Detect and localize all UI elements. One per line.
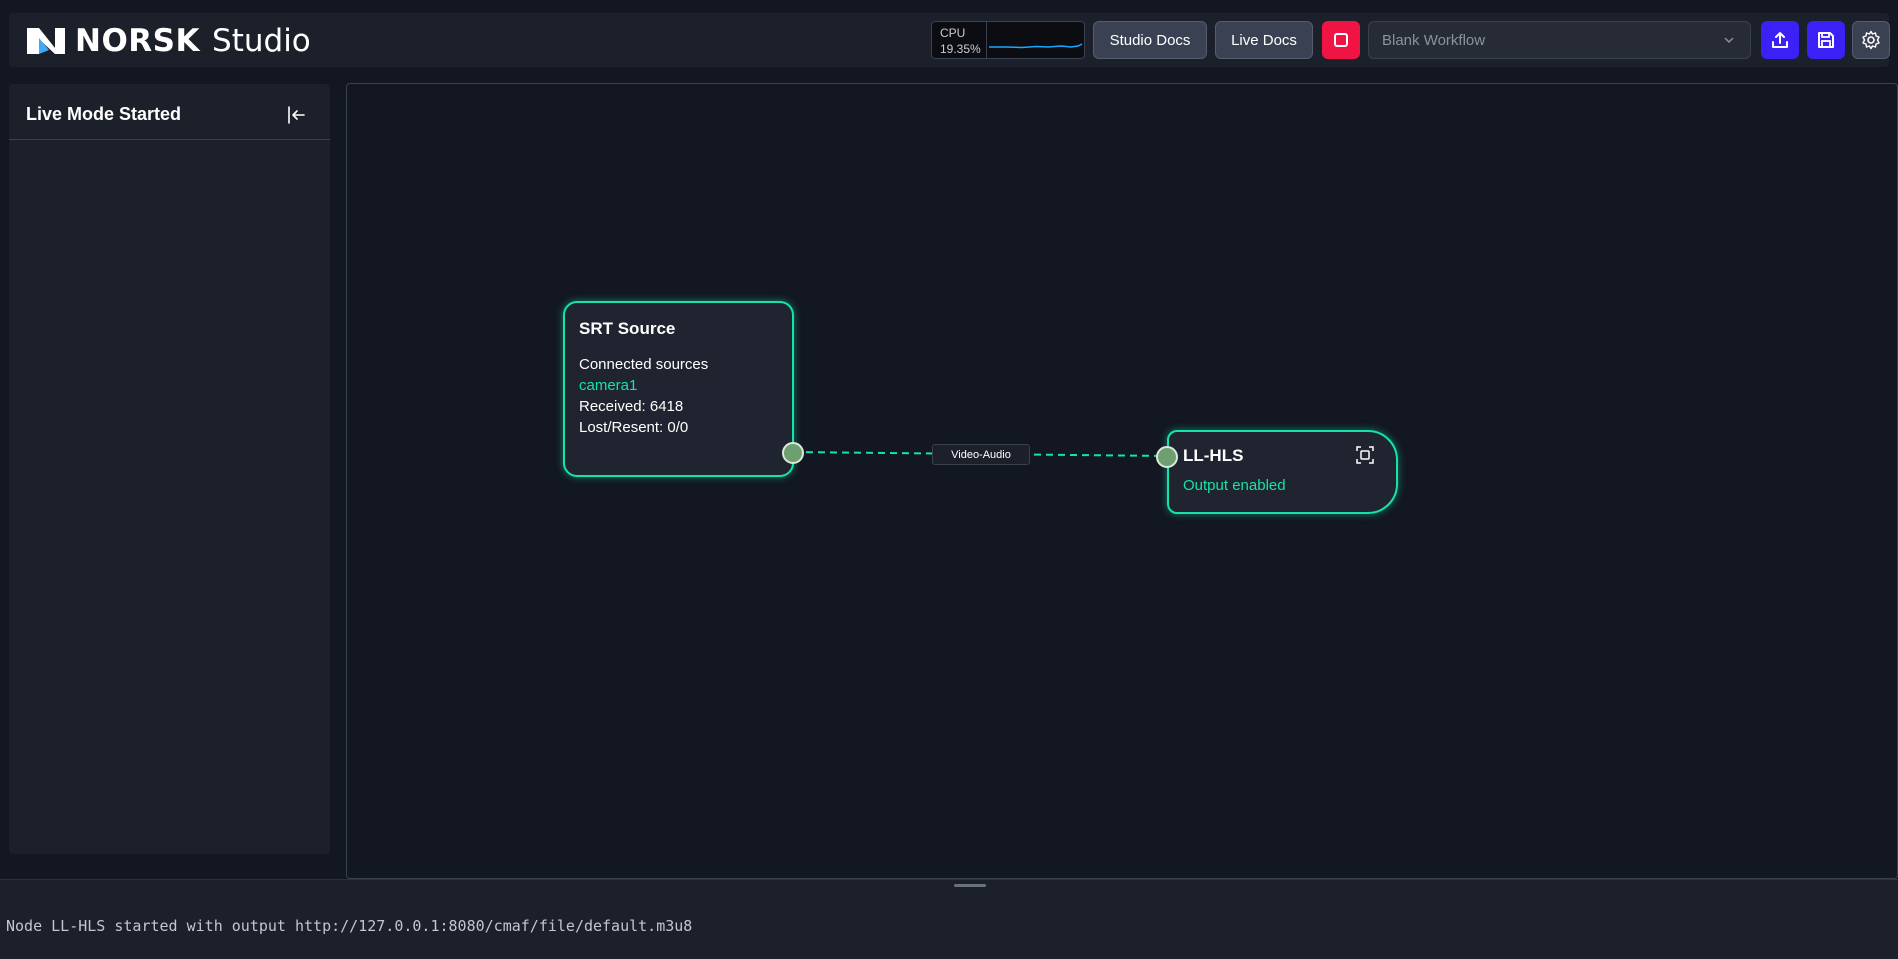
cpu-label: CPU xyxy=(940,26,966,40)
node-title: SRT Source xyxy=(579,319,676,338)
workflow-select[interactable]: Blank Workflow xyxy=(1368,21,1751,59)
stop-icon xyxy=(1334,33,1348,47)
save-button[interactable] xyxy=(1807,21,1845,59)
cpu-graph xyxy=(987,22,1084,58)
workflow-canvas[interactable] xyxy=(346,83,1898,879)
upload-button[interactable] xyxy=(1761,21,1799,59)
input-port[interactable] xyxy=(1156,446,1178,468)
output-status: Output enabled xyxy=(1183,477,1286,494)
chevron-down-icon xyxy=(1724,37,1734,44)
cpu-value: 19.35% xyxy=(940,42,981,56)
collapse-sidebar-icon[interactable] xyxy=(285,104,307,126)
studio-docs-button[interactable]: Studio Docs xyxy=(1093,21,1207,59)
node-info-line: Connected sources xyxy=(579,356,709,373)
connected-source-link[interactable]: camera1 xyxy=(579,377,637,394)
cpu-readout: CPU 19.35% xyxy=(932,22,987,58)
sidebar-panel: Live Mode Started xyxy=(9,84,330,854)
cpu-monitor: CPU 19.35% xyxy=(931,21,1085,59)
settings-button[interactable] xyxy=(1852,21,1890,59)
sidebar-header: Live Mode Started xyxy=(9,84,330,140)
lost-resent-count: Lost/Resent: 0/0 xyxy=(579,419,689,436)
node-srt-source[interactable]: SRT Source Connected sources camera1 Rec… xyxy=(563,301,794,477)
edge-label: Video-Audio xyxy=(932,444,1030,465)
stop-live-button[interactable] xyxy=(1322,21,1360,59)
output-port[interactable] xyxy=(782,442,804,464)
gear-icon xyxy=(1862,30,1880,50)
upload-icon xyxy=(1772,32,1788,48)
top-bar: NORSK Studio CPU 19.35% Studio Docs Live… xyxy=(9,13,1890,67)
received-count: Received: 6418 xyxy=(579,398,684,415)
save-icon xyxy=(1818,32,1834,48)
sidebar-title: Live Mode Started xyxy=(26,104,182,124)
preview-frame-icon[interactable] xyxy=(1356,446,1374,464)
node-title: LL-HLS xyxy=(1183,446,1244,465)
norsk-logo-mark-icon xyxy=(27,28,65,54)
workflow-select-value: Blank Workflow xyxy=(1382,31,1486,49)
brand-product: Studio xyxy=(212,23,311,59)
node-ll-hls[interactable]: LL-HLS Output enabled xyxy=(1167,430,1398,514)
live-docs-button[interactable]: Live Docs xyxy=(1215,21,1313,59)
resize-handle[interactable] xyxy=(954,884,986,887)
brand-name: NORSK xyxy=(75,23,201,59)
log-panel: Node LL-HLS started with output http://1… xyxy=(0,879,1898,959)
log-message: Node LL-HLS started with output http://1… xyxy=(6,917,693,935)
norsk-logo: NORSK Studio xyxy=(25,21,311,61)
